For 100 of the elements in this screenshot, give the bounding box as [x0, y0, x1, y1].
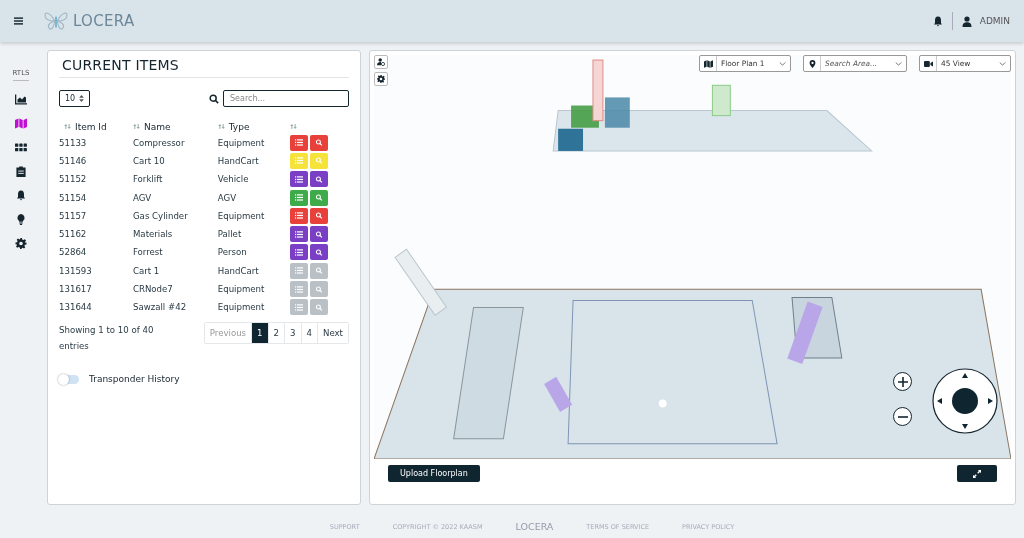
table-cell: Equipment: [217, 133, 291, 152]
upload-floorplan-button[interactable]: Upload Floorplan: [388, 465, 480, 482]
map-icon: [703, 59, 713, 68]
butterfly-logo-icon: [43, 11, 69, 31]
table-cell: HandCart: [217, 261, 291, 280]
locate-button[interactable]: [310, 134, 329, 151]
table-cell: Forklift: [132, 170, 218, 189]
user-gear-icon: [377, 58, 385, 66]
page-size-select[interactable]: 10: [59, 90, 91, 107]
search-icon: [315, 303, 324, 311]
table-cell: CRNode7: [132, 279, 218, 299]
caret-icon: [999, 61, 1006, 66]
table-cell: HandCart: [217, 151, 291, 171]
table-cell: Equipment: [217, 279, 291, 299]
locate-button[interactable]: [310, 207, 329, 224]
settings-icon[interactable]: [15, 238, 27, 249]
details-button[interactable]: [290, 244, 309, 261]
clipboard-icon[interactable]: [15, 166, 27, 177]
video-camera-icon: [923, 59, 933, 68]
table-cell: 131617: [59, 279, 133, 299]
details-button[interactable]: [290, 171, 309, 188]
table-cell: AGV: [132, 188, 218, 207]
joystick-control[interactable]: [932, 368, 998, 434]
locate-button[interactable]: [310, 226, 329, 243]
map-icon[interactable]: [15, 118, 27, 129]
table-cell: Cart 1: [132, 261, 218, 280]
details-button[interactable]: [290, 189, 309, 206]
search-icon: [315, 194, 324, 202]
search-icon: [315, 267, 324, 275]
settings-icon: [377, 75, 385, 83]
list-icon: [295, 285, 304, 293]
table-cell: Materials: [132, 225, 218, 244]
location-pin-icon: [807, 59, 817, 68]
list-icon: [295, 175, 304, 183]
search-icon: [315, 230, 324, 238]
table-cell: Equipment: [217, 298, 291, 317]
bell-icon[interactable]: [932, 15, 943, 27]
user-settings-button[interactable]: [374, 55, 388, 69]
locate-button[interactable]: [310, 171, 329, 188]
details-button[interactable]: [290, 207, 309, 224]
column-header[interactable]: Type: [228, 121, 250, 132]
grid-icon[interactable]: [15, 142, 27, 153]
search-icon: [315, 285, 324, 293]
user-name[interactable]: ADMIN: [979, 16, 1010, 26]
sort-arrows-icon: [79, 95, 85, 102]
settings-button[interactable]: [374, 72, 388, 86]
search-icon: [315, 139, 324, 147]
user-icon[interactable]: [961, 15, 972, 27]
list-icon: [295, 248, 304, 256]
list-icon: [295, 303, 304, 311]
search-icon: [315, 175, 324, 183]
table-cell: Equipment: [217, 206, 291, 225]
details-button[interactable]: [290, 134, 309, 151]
chart-icon[interactable]: [15, 94, 27, 105]
table-cell: 131644: [59, 298, 133, 317]
list-icon: [295, 157, 304, 165]
fullscreen-button[interactable]: [957, 465, 997, 482]
bell-icon[interactable]: [15, 190, 27, 201]
search-icon: [315, 248, 324, 256]
search-field[interactable]: Search...: [223, 90, 349, 107]
expand-icon: [973, 469, 981, 478]
table-cell: 51152: [59, 170, 133, 189]
table-cell: Compressor: [132, 133, 218, 152]
page-button[interactable]: 1: [251, 323, 268, 344]
lightbulb-icon[interactable]: [15, 214, 27, 225]
list-icon: [295, 139, 304, 147]
toggle-switch[interactable]: [59, 374, 79, 384]
brand-name: LOCERA: [73, 12, 135, 30]
locate-button[interactable]: [310, 189, 329, 206]
list-icon: [295, 267, 304, 275]
list-icon: [295, 230, 304, 238]
table-cell: 51146: [59, 151, 133, 171]
table-cell: Person: [217, 243, 291, 262]
search-icon: [315, 157, 324, 165]
table-cell: Sawzall #42: [132, 298, 218, 317]
column-header[interactable]: Name: [143, 121, 171, 132]
details-button[interactable]: [290, 226, 309, 243]
table-cell: Vehicle: [217, 170, 291, 189]
search-icon: [315, 212, 324, 220]
table-cell: Cart 10: [132, 151, 218, 171]
menu-icon[interactable]: [14, 17, 23, 25]
table-cell: 131593: [59, 261, 133, 280]
table-cell: 51133: [59, 133, 133, 152]
table-cell: AGV: [217, 188, 291, 207]
toggle-label: Transponder History: [89, 374, 180, 385]
footer-brand: LOCERA: [515, 521, 554, 532]
panel-title: CURRENT ITEMS: [62, 57, 180, 73]
table-cell: 51154: [59, 188, 133, 207]
plus-icon: [897, 376, 908, 387]
locate-button[interactable]: [310, 244, 329, 261]
search-icon: [209, 93, 219, 104]
table-cell: Pallet: [217, 225, 291, 244]
next-page-button[interactable]: Next: [316, 323, 348, 344]
table-cell: 51157: [59, 206, 133, 225]
entries-info: Showing 1 to 10 of 40 entries: [59, 324, 155, 354]
column-header[interactable]: Item Id: [75, 121, 107, 132]
table-cell: 52864: [59, 243, 133, 262]
caret-icon: [779, 61, 786, 66]
table-cell: Gas Cylinder: [132, 206, 218, 225]
caret-icon: [895, 61, 902, 66]
